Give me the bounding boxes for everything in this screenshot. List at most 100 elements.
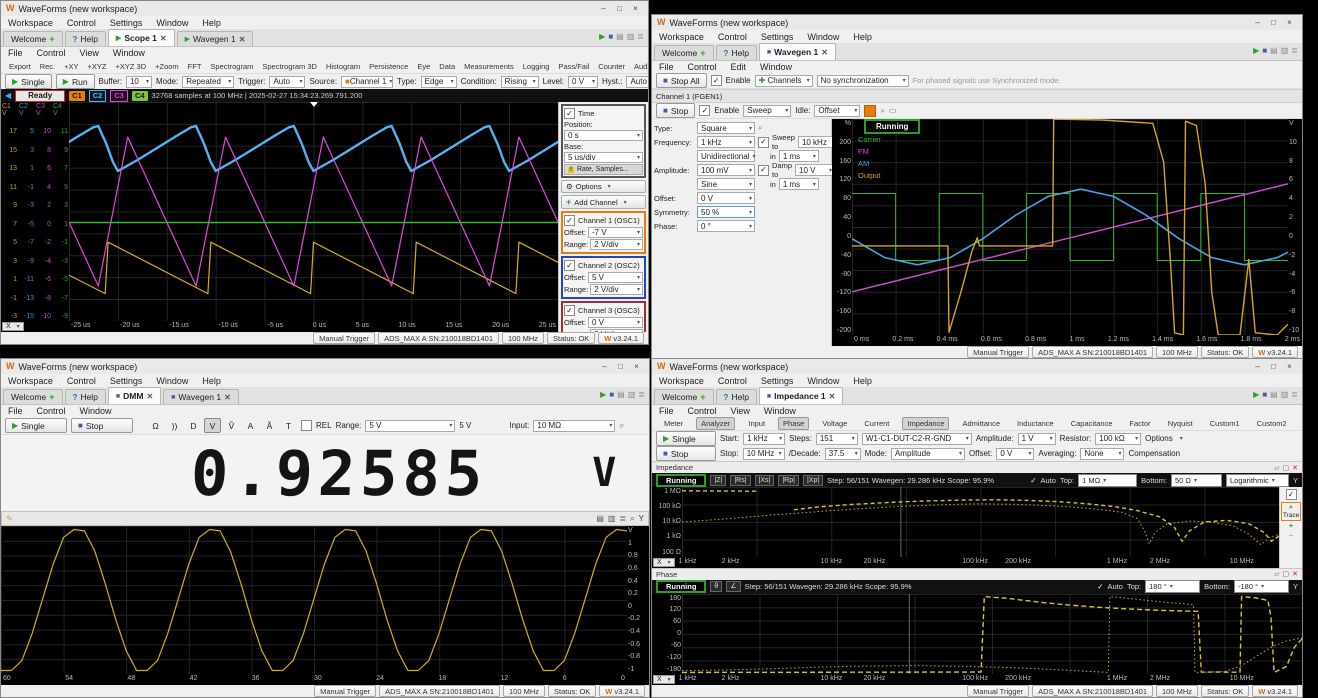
dmm-plot[interactable] (1, 526, 627, 674)
top-select[interactable]: 180 °▾ (1145, 580, 1200, 593)
view-button[interactable]: Persistence (369, 62, 408, 71)
channel-1-checkbox[interactable]: ✓ (564, 215, 575, 226)
close-icon[interactable]: ✕ (224, 393, 231, 402)
steps-select[interactable]: 151▾ (816, 433, 858, 445)
add-channel-dropdown[interactable]: +Add Channel▾ (561, 195, 646, 209)
condition-select[interactable]: Rising▾ (501, 76, 539, 88)
buffer-select[interactable]: 10▾ (126, 76, 152, 88)
trigger-select[interactable]: Auto▾ (269, 76, 305, 88)
options-dropdown[interactable]: ⚙Options▾ (561, 180, 646, 193)
view-button[interactable]: Export (9, 62, 31, 71)
zoom-icon[interactable]: ⌕ (619, 420, 624, 431)
plot-header-icons[interactable]: ▤▥≣⌕Y (596, 514, 644, 524)
single-button[interactable]: ▶Single (656, 431, 716, 446)
status-ok-button[interactable]: Status: OK (1201, 346, 1249, 358)
tab-welcome[interactable]: Welcome+ (3, 31, 63, 46)
menu-item[interactable]: Settings (110, 18, 143, 28)
channel-chip-c3[interactable]: C3 (110, 90, 128, 102)
scope-plot[interactable] (69, 102, 558, 321)
channel-2-offset[interactable]: 5 V▾ (588, 272, 643, 283)
view-button[interactable]: Input (744, 418, 769, 429)
channel-1-range[interactable]: 2 V/div▾ (590, 239, 643, 250)
menu-item[interactable]: Workspace (8, 18, 53, 28)
view-button[interactable]: +XY (64, 62, 78, 71)
time-checkbox[interactable]: ✓ (564, 108, 575, 119)
phase-select[interactable]: 0 °▾ (697, 220, 755, 232)
view-button[interactable]: Pass/Fail (558, 62, 589, 71)
mode-diode-button[interactable]: D (185, 418, 202, 433)
window-button[interactable]: × (1282, 18, 1297, 27)
averaging-select[interactable]: None▾ (1080, 448, 1124, 460)
resistor-select[interactable]: 100 kΩ▾ (1095, 433, 1141, 445)
rp-button[interactable]: |Rp| (778, 475, 799, 486)
device-button[interactable]: ADS_MAX A SN:210018BD1401 (378, 332, 499, 344)
idle-select[interactable]: Offset▾ (814, 105, 860, 117)
rate-button[interactable]: 100 MHz (502, 332, 544, 344)
menu-item[interactable]: File (659, 62, 674, 72)
view-button[interactable]: Meter (660, 418, 687, 429)
window-button[interactable]: – (1250, 18, 1265, 27)
start-select[interactable]: 1 kHz▾ (743, 433, 785, 445)
view-button[interactable]: Rec. (40, 62, 55, 71)
rate-button[interactable]: 100 MHz (1156, 346, 1198, 358)
device-button[interactable]: ADS_MAX A SN:210018BD1401 (1032, 685, 1153, 697)
menu-item[interactable]: Control (718, 376, 747, 386)
menu-item[interactable]: Help (202, 376, 221, 386)
damp-to-checkbox[interactable]: ✓ (758, 165, 769, 176)
run-button[interactable]: ▶Run (56, 74, 95, 89)
menu-item[interactable]: View (731, 406, 750, 416)
window-button[interactable]: – (597, 362, 612, 371)
view-button[interactable]: Data (439, 62, 455, 71)
mode-select[interactable]: Sweep▾ (743, 105, 791, 117)
menu-item[interactable]: Workspace (8, 376, 53, 386)
view-button[interactable]: Audio (634, 62, 648, 71)
menu-item[interactable]: Settings (761, 376, 794, 386)
menu-item[interactable]: Control (37, 48, 66, 58)
trace-selected[interactable]: ⌕Trace (1281, 502, 1301, 521)
view-button[interactable]: Custom2 (1253, 418, 1291, 429)
z-button[interactable]: |Z| (710, 475, 726, 486)
channel-2-range[interactable]: 2 V/div▾ (590, 284, 643, 295)
view-button[interactable]: Custom1 (1206, 418, 1244, 429)
close-icon[interactable]: ✕ (821, 48, 828, 57)
window-button[interactable]: □ (1266, 362, 1281, 371)
auto-label[interactable]: Auto (1108, 582, 1123, 591)
view-button[interactable]: Analyzer (696, 417, 735, 430)
view-button[interactable]: Impedance (902, 417, 949, 430)
menu-item[interactable]: Workspace (659, 376, 704, 386)
x-axis-selector[interactable]: X▾ (653, 558, 675, 567)
view-button[interactable]: Current (860, 418, 893, 429)
mode-select[interactable]: Repeated▾ (182, 76, 234, 88)
level-select[interactable]: 0 V▾ (568, 76, 598, 88)
menu-item[interactable]: Control (688, 62, 717, 72)
channel-chip-c1[interactable]: C1 (69, 91, 85, 101)
single-button[interactable]: ▶Single (5, 418, 67, 433)
mode-dc-current-button[interactable]: A (242, 418, 259, 433)
view-button[interactable]: Admittance (958, 418, 1004, 429)
view-button[interactable]: Spectrogram (210, 62, 253, 71)
menu-item[interactable]: Control (37, 406, 66, 416)
view-button[interactable]: +XYZ 3D (115, 62, 146, 71)
tab-welcome[interactable]: Welcome+ (654, 45, 714, 60)
tab-wavegen-1[interactable]: ▶Wavegen 1✕ (177, 31, 254, 46)
bottom-select[interactable]: 50 Ω▾ (1171, 474, 1222, 487)
tab-dmm[interactable]: ■DMM✕ (108, 387, 161, 404)
damp-shape-select[interactable]: Sine▾ (697, 178, 755, 190)
tab-wavegen-1[interactable]: ■Wavegen 1✕ (759, 43, 836, 60)
angle-button[interactable]: ∠ (726, 581, 740, 592)
menu-item[interactable]: Help (853, 376, 872, 386)
view-button[interactable]: FFT (188, 62, 202, 71)
x-axis-selector[interactable]: X▾ (653, 675, 675, 684)
view-button[interactable]: Eye (417, 62, 430, 71)
quick-run-icons[interactable]: ▶■▤▥≣ (600, 390, 645, 399)
channel-color-swatch[interactable] (864, 105, 876, 117)
window-button[interactable]: × (628, 4, 643, 13)
remove-trace-button[interactable]: – (1289, 532, 1293, 539)
trace-checkbox[interactable]: ✓ (1286, 489, 1297, 500)
offset-select[interactable]: 0 V▾ (697, 192, 755, 204)
mode-ac-current-button[interactable]: Ã (261, 418, 278, 433)
range-select[interactable]: 5 V▾ (365, 420, 455, 432)
menu-item[interactable]: Help (202, 18, 221, 28)
offset-select[interactable]: 0 V▾ (996, 448, 1034, 460)
menu-item[interactable]: Window (807, 32, 839, 42)
